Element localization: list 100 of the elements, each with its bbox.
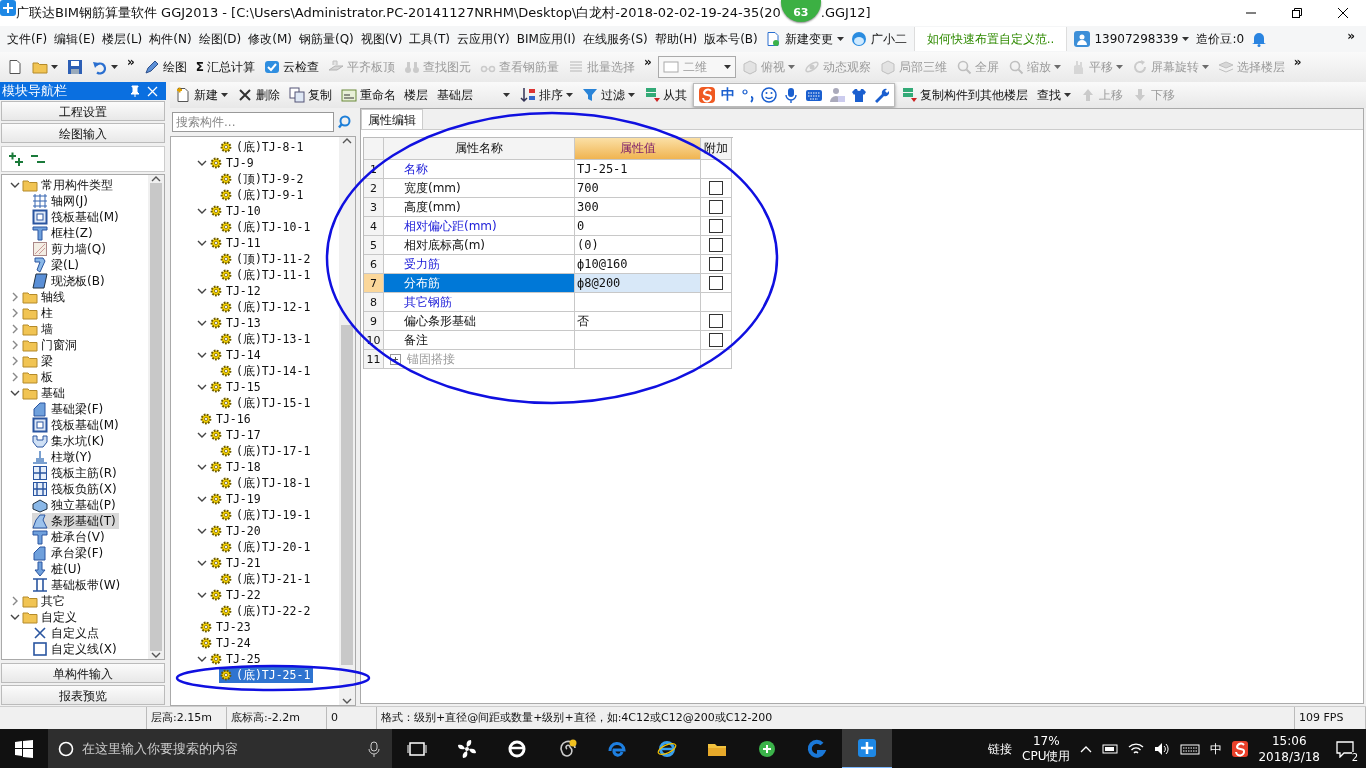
smiley-icon[interactable]: [761, 87, 777, 103]
checkbox[interactable]: [709, 257, 723, 271]
chevron-up-icon[interactable]: [342, 137, 352, 145]
assistant-button[interactable]: 广小二: [850, 30, 907, 48]
floor-dropdown[interactable]: 基础层: [433, 85, 514, 105]
table-cell[interactable]: [575, 293, 701, 312]
tree-item[interactable]: TJ-21: [209, 555, 264, 571]
menu-item[interactable]: 云应用(Y): [457, 30, 510, 48]
keyboard-icon[interactable]: [1180, 741, 1201, 757]
notification-button[interactable]: 2: [1330, 729, 1360, 768]
table-cell[interactable]: 名称: [384, 160, 575, 179]
scrollbar[interactable]: [339, 137, 355, 705]
tree-item[interactable]: 筏板主筋(R): [32, 465, 120, 481]
tree-item[interactable]: 轴网(J): [32, 193, 91, 209]
tree-item[interactable]: 梁(L): [32, 257, 83, 273]
chevron-down-icon[interactable]: [342, 697, 352, 705]
table-cell[interactable]: 相对偏心距(mm): [384, 217, 575, 236]
tree-item[interactable]: (底)TJ-8-1: [219, 139, 307, 155]
tree-item[interactable]: 墙: [22, 321, 56, 337]
links-label[interactable]: 链接: [988, 740, 1013, 758]
menu-item[interactable]: BIM应用(I): [516, 30, 576, 48]
chevron-up-icon[interactable]: [151, 175, 161, 183]
wrench-icon[interactable]: [873, 87, 889, 103]
search-field[interactable]: 搜索构件...: [172, 112, 334, 132]
pin-icon[interactable]: [129, 85, 141, 97]
tree-item[interactable]: (顶)TJ-9-2: [219, 171, 307, 187]
tree-item[interactable]: 其它: [22, 593, 68, 609]
table-cell[interactable]: [575, 350, 701, 369]
table-cell[interactable]: 备注: [384, 331, 575, 350]
swirl-logo-icon[interactable]: [1232, 741, 1249, 757]
close-icon[interactable]: [147, 85, 158, 97]
toolbar-button[interactable]: 复制: [286, 84, 335, 106]
tree-item[interactable]: 集水坑(K): [32, 433, 108, 449]
section-button[interactable]: 绘图输入: [1, 123, 165, 143]
bell-icon[interactable]: [1251, 31, 1268, 47]
section-button[interactable]: 单构件输入: [1, 663, 165, 683]
toolbar-button[interactable]: 过滤: [579, 84, 638, 106]
tree-item[interactable]: TJ-11: [209, 235, 264, 251]
tree-item[interactable]: 柱: [22, 305, 56, 321]
checkbox[interactable]: [709, 314, 723, 328]
menu-item[interactable]: 构件(N): [149, 30, 192, 48]
tree-item[interactable]: 框柱(Z): [32, 225, 96, 241]
chevron-down-icon[interactable]: [197, 286, 207, 296]
menu-item[interactable]: 文件(F): [7, 30, 48, 48]
clock[interactable]: 15:06 2018/3/18: [1258, 733, 1320, 765]
tree-item[interactable]: 剪力墙(Q): [32, 241, 109, 257]
menu-item[interactable]: 绘图(D): [198, 30, 242, 48]
chevron-down-icon[interactable]: [197, 206, 207, 216]
chevron-down-icon[interactable]: [10, 180, 20, 190]
chevron-down-icon[interactable]: [197, 238, 207, 248]
tree-item[interactable]: 轴线: [22, 289, 68, 305]
menu-item[interactable]: 工具(T): [409, 30, 451, 48]
tree-item[interactable]: TJ-12: [209, 283, 264, 299]
table-cell[interactable]: (0): [575, 236, 701, 255]
overflow-chevron[interactable]: »: [1290, 55, 1305, 69]
tree-item[interactable]: (底)TJ-22-2: [219, 603, 314, 619]
menu-item[interactable]: 楼层(L): [102, 30, 143, 48]
table-cell[interactable]: [575, 331, 701, 350]
tree-item[interactable]: TJ-14: [209, 347, 264, 363]
chevron-down-icon[interactable]: [197, 382, 207, 392]
toolbar-button[interactable]: 查找: [1034, 84, 1074, 106]
new-change-button[interactable]: 新建变更: [764, 30, 844, 48]
tree-item[interactable]: 筏板负筋(X): [32, 481, 120, 497]
menu-item[interactable]: 在线服务(S): [582, 30, 648, 48]
chevron-down-icon[interactable]: [197, 526, 207, 536]
overflow-chevron[interactable]: »: [124, 55, 138, 69]
tree-item[interactable]: 筏板基础(M): [32, 209, 122, 225]
chevron-down-icon[interactable]: [197, 350, 207, 360]
checkbox[interactable]: [709, 276, 723, 290]
table-cell[interactable]: 其它钢筋: [384, 293, 575, 312]
tree-item[interactable]: 基础梁(F): [32, 401, 107, 417]
table-cell[interactable]: 否: [575, 312, 701, 331]
tree-item[interactable]: TJ-25: [209, 651, 264, 667]
toolbar-button[interactable]: 新建: [172, 84, 231, 106]
chevron-down-icon[interactable]: [197, 158, 207, 168]
table-cell[interactable]: 偏心条形基础: [384, 312, 575, 331]
tree-item[interactable]: TJ-15: [209, 379, 264, 395]
tree-item[interactable]: TJ-19: [209, 491, 264, 507]
tree-item[interactable]: (底)TJ-9-1: [219, 187, 307, 203]
chevron-down-icon[interactable]: [197, 318, 207, 328]
speaker-icon[interactable]: [1154, 741, 1171, 757]
table-cell[interactable]: TJ-25-1: [575, 160, 701, 179]
chevron-down-icon[interactable]: [10, 388, 20, 398]
table-cell[interactable]: 0: [575, 217, 701, 236]
toolbar-button[interactable]: 重命名: [338, 84, 399, 106]
tree-item[interactable]: TJ-24: [199, 635, 254, 651]
tree-item[interactable]: 独立基础(P): [32, 497, 119, 513]
section-button[interactable]: 工程设置: [1, 101, 165, 121]
tree-item[interactable]: (底)TJ-25-1: [219, 667, 314, 683]
tree-item[interactable]: TJ-16: [199, 411, 254, 427]
tree-item[interactable]: 梁: [22, 353, 56, 369]
tree-item[interactable]: 自定义线(X): [32, 641, 120, 657]
tree-item[interactable]: 桩(U): [32, 561, 85, 577]
tree-item[interactable]: (底)TJ-15-1: [219, 395, 314, 411]
table-cell[interactable]: ф8@200: [575, 274, 701, 293]
overflow-chevron[interactable]: »: [1344, 29, 1358, 43]
tree-item[interactable]: 基础板带(W): [32, 577, 124, 593]
menu-item[interactable]: 版本号(B): [704, 30, 758, 48]
checkbox[interactable]: [709, 200, 723, 214]
toolbar-button[interactable]: 云检查: [260, 56, 322, 78]
